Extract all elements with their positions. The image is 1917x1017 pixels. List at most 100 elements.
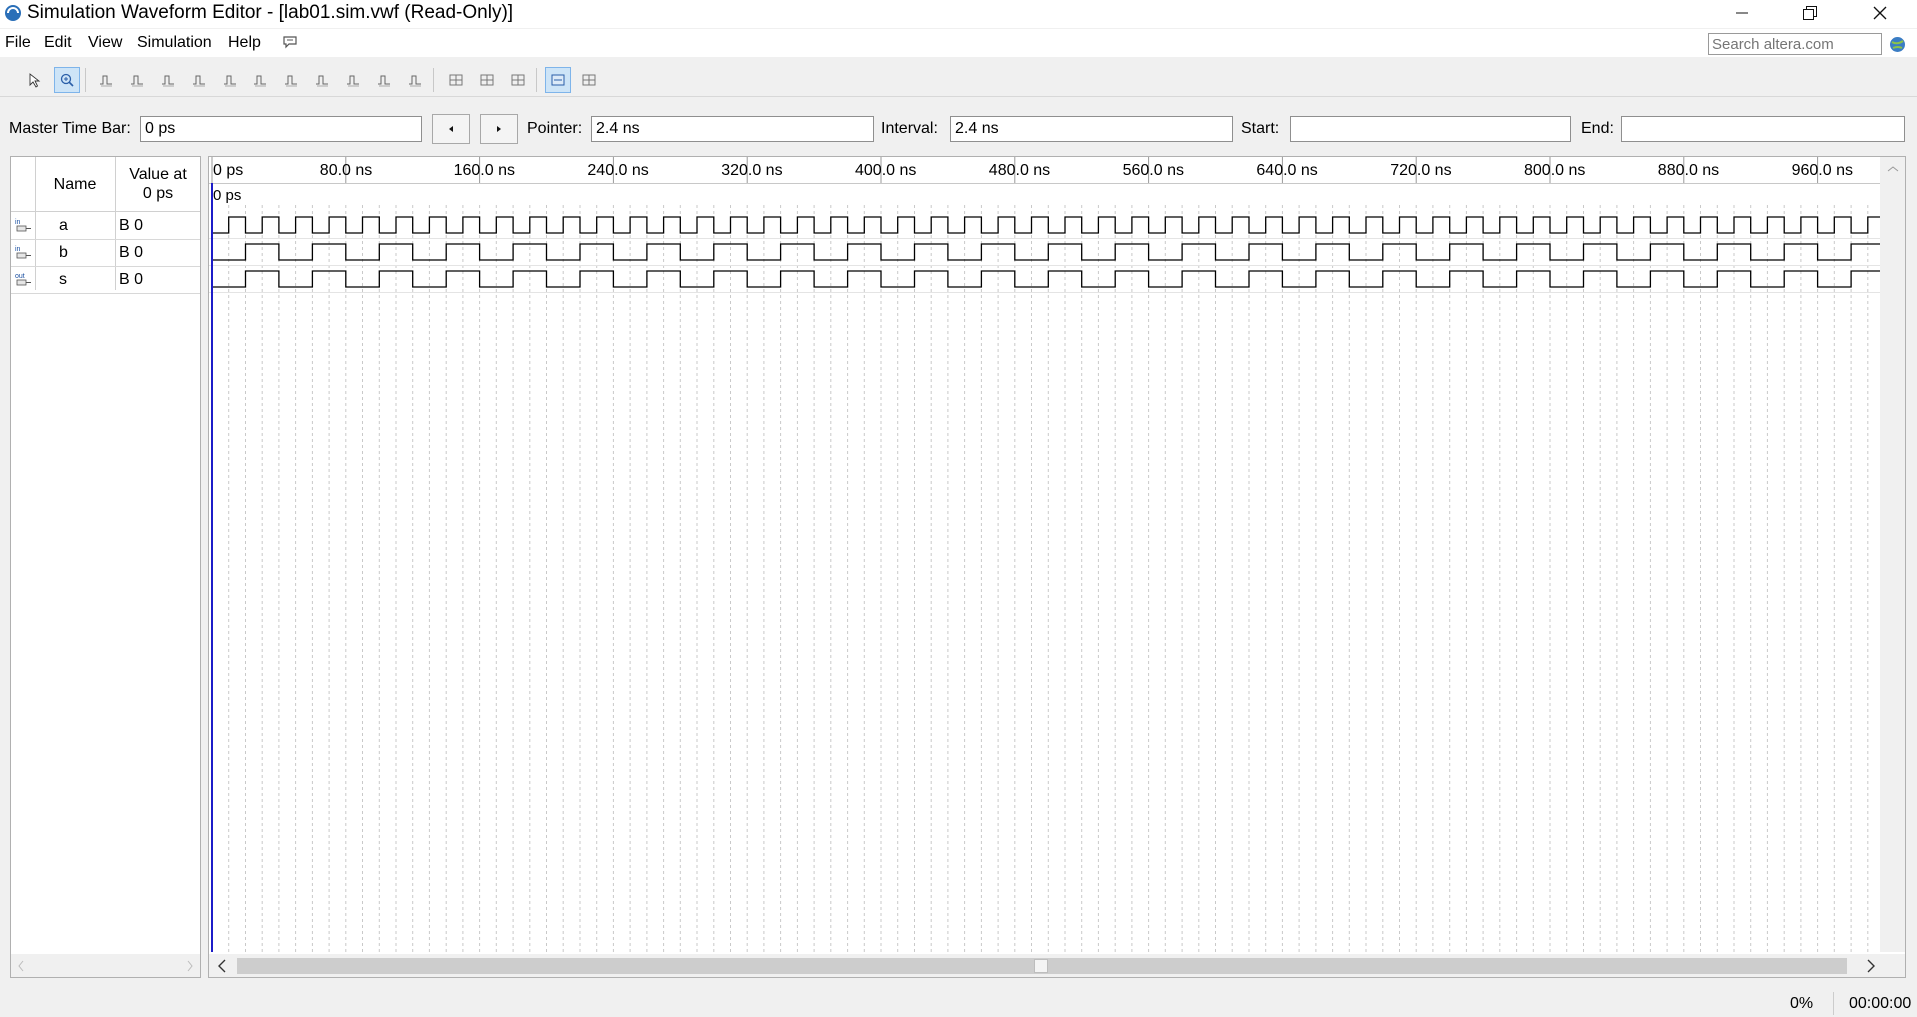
start-label: Start:: [1241, 120, 1280, 137]
ruler-tick-label: 0 ps: [213, 162, 243, 179]
waveform-horizontal-scrollbar[interactable]: [209, 954, 1905, 977]
master-time-bar-label-marker: 0 ps: [213, 187, 241, 204]
value-header-line1: Value at: [129, 166, 187, 183]
end-label: End:: [1581, 120, 1614, 137]
arrow-left-icon: [449, 126, 453, 132]
restore-icon[interactable]: [1782, 0, 1838, 26]
value-header-line2: 0 ps: [142, 185, 174, 202]
next-transition-button[interactable]: [480, 114, 518, 144]
unknown-value-icon[interactable]: [93, 67, 119, 93]
start-field[interactable]: [1290, 116, 1571, 142]
signal-row-s[interactable]: out s B 0: [11, 266, 200, 294]
menu-file[interactable]: File: [5, 33, 31, 53]
feedback-icon[interactable]: [282, 35, 298, 49]
globe-icon[interactable]: [1889, 36, 1906, 53]
select-tool-icon[interactable]: [21, 67, 47, 93]
waveform-b: [212, 243, 1885, 261]
signal-name: a: [59, 217, 68, 234]
ruler-tick-label: 880.0 ns: [1658, 162, 1719, 179]
force-high-icon[interactable]: [155, 67, 181, 93]
ruler-tick-label: 320.0 ns: [721, 162, 782, 179]
ruler-tick-label: 480.0 ns: [989, 162, 1050, 179]
pointer-field[interactable]: 2.4 ns: [591, 116, 874, 142]
ruler-tick-label: 960.0 ns: [1792, 162, 1853, 179]
scroll-left-icon[interactable]: [217, 959, 227, 973]
ruler-tick-label: 80.0 ns: [320, 162, 372, 179]
high-impedance-icon[interactable]: [186, 67, 212, 93]
snap-grid-icon[interactable]: [443, 67, 469, 93]
status-bar: 0% 00:00:00: [0, 990, 1917, 1017]
menu-view[interactable]: View: [88, 33, 122, 53]
previous-transition-button[interactable]: [432, 114, 470, 144]
waveform-panel[interactable]: 0 ps 80.0 ns 160.0 ns 240.0 ns 320.0 ns 400.0…: [208, 156, 1906, 978]
elapsed-time: 00:00:00: [1849, 995, 1912, 1012]
ruler-tick-label: 400.0 ns: [855, 162, 916, 179]
toolbar-separator: [85, 68, 86, 92]
random-values-icon[interactable]: [371, 67, 397, 93]
overwrite-clock-icon[interactable]: [340, 67, 366, 93]
waveform-edit-icon[interactable]: [474, 67, 500, 93]
name-column-header[interactable]: Name: [36, 175, 114, 194]
menu-edit[interactable]: Edit: [44, 33, 72, 53]
interval-label: Interval:: [881, 120, 938, 137]
svg-text:in: in: [15, 219, 21, 226]
waveform-a: [212, 216, 1885, 234]
signal-value: B 0: [119, 244, 144, 261]
signal-list-panel: Name Value at 0 ps in a B 0 in b B 0 out…: [10, 156, 201, 978]
end-field[interactable]: [1621, 116, 1905, 142]
ruler-tick-label: 560.0 ns: [1123, 162, 1184, 179]
ruler-tick-label: 160.0 ns: [454, 162, 515, 179]
force-low-icon[interactable]: [124, 67, 150, 93]
signal-list-horizontal-scrollbar[interactable]: [11, 954, 200, 977]
arbitrary-value-icon[interactable]: [402, 67, 428, 93]
invert-icon[interactable]: [278, 67, 304, 93]
signal-row-b[interactable]: in b B 0: [11, 239, 200, 267]
ruler-tick-label: 800.0 ns: [1524, 162, 1585, 179]
toolbar-separator: [536, 68, 537, 92]
scrollbar-thumb[interactable]: [1034, 959, 1048, 973]
menu-simulation[interactable]: Simulation: [137, 33, 212, 53]
minimize-icon[interactable]: [1714, 0, 1770, 26]
scroll-right-icon[interactable]: [1866, 959, 1876, 973]
ruler-tick-label: 240.0 ns: [587, 162, 648, 179]
input-pin-icon: in: [15, 246, 31, 259]
pointer-label: Pointer:: [527, 120, 583, 137]
window-title: Simulation Waveform Editor - [lab01.sim.…: [27, 2, 514, 23]
ruler-tick-label: 720.0 ns: [1390, 162, 1451, 179]
toolbar-separator: [433, 68, 434, 92]
close-icon[interactable]: [1852, 0, 1908, 26]
weak-low-icon[interactable]: [217, 67, 243, 93]
scroll-left-icon[interactable]: [17, 960, 25, 972]
ruler-tick-label: 640.0 ns: [1256, 162, 1317, 179]
waveform-compare-icon[interactable]: [505, 67, 531, 93]
quartus-app-icon: [5, 5, 21, 21]
group-icon[interactable]: [576, 67, 602, 93]
input-pin-icon: in: [15, 219, 31, 232]
value-column-header[interactable]: Value at 0 ps: [116, 165, 200, 203]
grid-settings-icon[interactable]: [545, 67, 571, 93]
weak-high-icon[interactable]: [247, 67, 273, 93]
svg-text:in: in: [15, 246, 21, 253]
zoom-tool-icon[interactable]: [54, 67, 80, 93]
master-time-bar-field[interactable]: 0 ps: [140, 116, 422, 142]
svg-text:out: out: [15, 273, 25, 280]
progress-text: 0%: [1790, 995, 1814, 1012]
scroll-right-icon[interactable]: [186, 960, 194, 972]
search-box[interactable]: [1708, 33, 1883, 55]
output-pin-icon: out: [15, 273, 31, 286]
search-input[interactable]: [1709, 34, 1883, 54]
signal-name: b: [59, 244, 68, 261]
signal-value: B 0: [119, 271, 144, 288]
signal-row-a[interactable]: in a B 0: [11, 212, 200, 240]
master-time-bar-label: Master Time Bar:: [9, 120, 131, 137]
signal-value: B 0: [119, 217, 144, 234]
waveform-canvas[interactable]: 0 ps 80.0 ns 160.0 ns 240.0 ns 320.0 ns 400.0…: [209, 157, 1905, 977]
waveform-vertical-scrollbar[interactable]: [1880, 157, 1905, 952]
signal-name: s: [59, 271, 67, 288]
scroll-up-icon[interactable]: [1887, 165, 1899, 173]
menu-help[interactable]: Help: [228, 33, 261, 53]
arrow-right-icon: [497, 126, 501, 132]
count-value-icon[interactable]: [309, 67, 335, 93]
title-bar: Simulation Waveform Editor - [lab01.sim.…: [0, 0, 1917, 28]
interval-field[interactable]: 2.4 ns: [950, 116, 1233, 142]
